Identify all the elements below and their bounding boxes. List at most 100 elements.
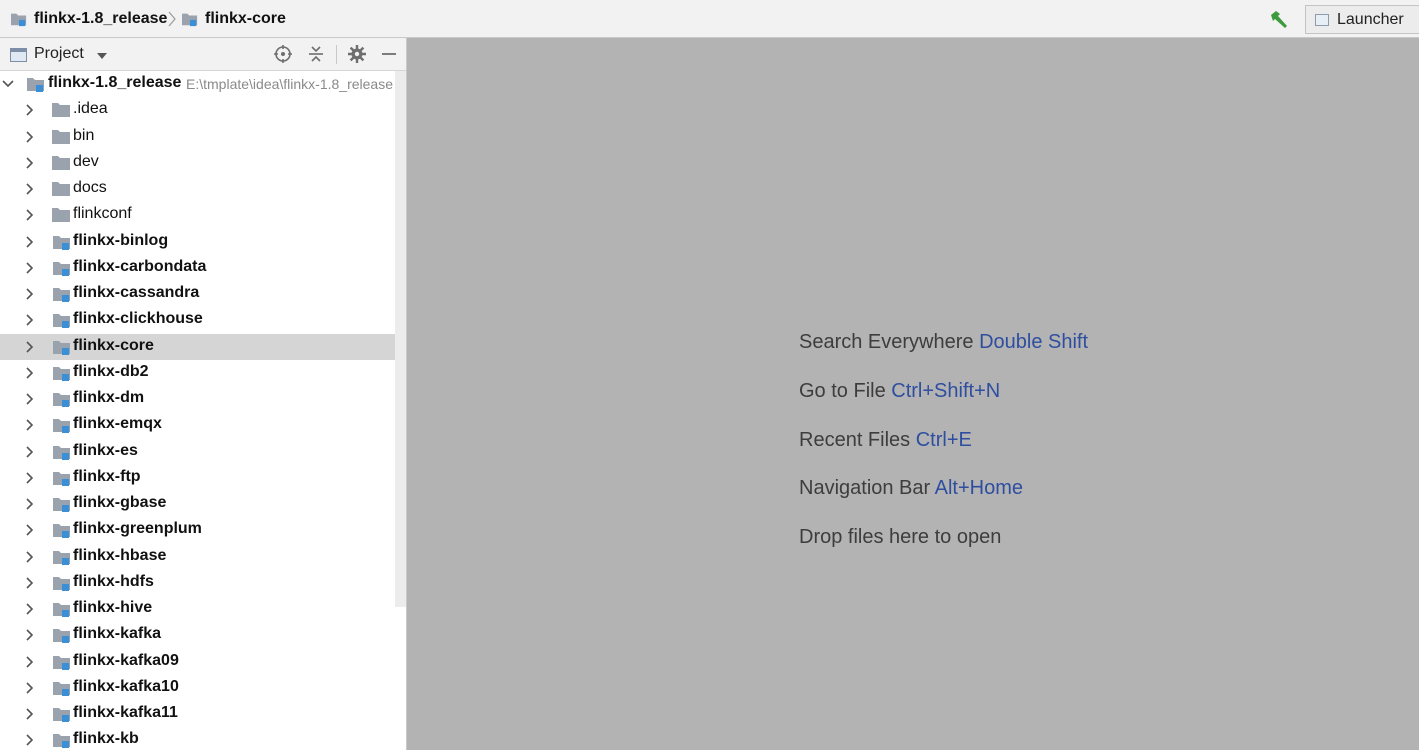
tree-root-item[interactable]: flinkx-1.8_release E:\tmplate\idea\flink… [0, 71, 406, 97]
tree-item-label: flinkx-hive [73, 599, 153, 616]
folder-icon [52, 208, 70, 223]
tree-item[interactable]: flinkx-greenplum [0, 517, 406, 543]
hint-shortcut: Double Shift [979, 331, 1089, 353]
editor-hint: Drop files here to open [799, 526, 1001, 549]
tree-item[interactable]: flinkx-emqx [0, 412, 406, 438]
chevron-right-icon[interactable] [24, 655, 36, 668]
tree-item[interactable]: flinkx-clickhouse [0, 307, 406, 333]
tree-item[interactable]: flinkx-kafka09 [0, 649, 406, 675]
tree-item[interactable]: flinkx-kafka10 [0, 675, 406, 701]
chevron-right-icon[interactable] [24, 682, 36, 694]
chevron-right-icon[interactable] [24, 445, 36, 458]
module-folder-icon [27, 78, 44, 92]
tree-item[interactable]: flinkx-core [0, 333, 406, 360]
toolbar-divider [336, 45, 337, 64]
tree-item[interactable]: flinkx-gbase [0, 491, 406, 517]
module-folder-icon [11, 13, 27, 27]
navigation-bar: flinkx-1.8_release flinkx-core Launcher [0, 0, 1419, 38]
chevron-right-icon[interactable] [24, 104, 36, 116]
tree-item-label: docs [73, 179, 107, 196]
hint-label: Search Everywhere [799, 331, 974, 353]
breadcrumb-module-label: flinkx-core [205, 10, 286, 27]
run-configuration-label: Launcher [1337, 10, 1404, 28]
project-view-selector[interactable]: Project [34, 45, 84, 63]
chevron-right-icon[interactable] [24, 393, 36, 405]
chevron-down-icon[interactable] [2, 78, 14, 90]
project-panel-header: Project [0, 38, 406, 71]
chevron-right-icon[interactable] [24, 314, 36, 326]
tree-item[interactable]: flinkconf [0, 202, 406, 228]
module-folder-icon [53, 681, 70, 696]
module-folder-icon [53, 655, 70, 670]
tree-item[interactable]: flinkx-hdfs [0, 570, 406, 596]
target-icon[interactable] [273, 44, 293, 64]
tree-item[interactable]: flinkx-kafka [0, 622, 406, 648]
chevron-right-icon[interactable] [24, 209, 36, 221]
tree-item[interactable]: flinkx-dm [0, 386, 406, 412]
tree-item[interactable]: .idea [0, 97, 406, 123]
folder-icon [52, 182, 70, 196]
project-tool-window: Project flinkx-1.8_release E:\tmplate\id… [0, 38, 407, 750]
tree-item-label: bin [73, 126, 95, 144]
module-folder-icon [53, 445, 70, 460]
tree-item[interactable]: flinkx-cassandra [0, 281, 406, 307]
tree-scrollbar[interactable] [395, 71, 406, 607]
chevron-right-icon[interactable] [24, 183, 36, 195]
chevron-right-icon[interactable] [24, 262, 36, 274]
run-configuration-selector[interactable]: Launcher [1305, 5, 1419, 34]
module-folder-icon [182, 13, 198, 27]
module-folder-icon [53, 471, 70, 486]
tree-item[interactable]: flinkx-kb [0, 727, 406, 750]
hint-shortcut: Ctrl+E [915, 428, 972, 451]
tree-item[interactable]: flinkx-binlog [0, 229, 406, 255]
chevron-right-icon[interactable] [24, 130, 36, 143]
module-folder-icon [53, 603, 70, 617]
chevron-right-icon[interactable] [24, 419, 36, 431]
breadcrumb-separator-icon [168, 11, 176, 27]
chevron-right-icon[interactable] [24, 550, 36, 563]
tree-item-label: flinkx-kb [73, 730, 139, 748]
editor-hint: Navigation Bar Alt+Home [799, 477, 1023, 500]
chevron-right-icon[interactable] [24, 498, 36, 510]
tree-item[interactable]: flinkx-hive [0, 596, 406, 622]
chevron-right-icon[interactable] [24, 288, 36, 300]
breadcrumb-project[interactable]: flinkx-1.8_release [10, 0, 167, 38]
tree-item-label: flinkconf [73, 205, 132, 223]
chevron-right-icon[interactable] [24, 708, 36, 720]
tree-item-label: flinkx-hbase [73, 546, 167, 564]
tree-item-label: flinkx-core [73, 336, 154, 354]
collapse-all-icon[interactable] [306, 44, 326, 64]
chevron-down-icon[interactable] [97, 53, 107, 59]
module-folder-icon [53, 314, 70, 329]
gear-icon[interactable] [347, 44, 367, 64]
tree-item[interactable]: flinkx-hbase [0, 544, 406, 570]
hint-shortcut: Alt+Home [934, 477, 1024, 500]
chevron-right-icon[interactable] [24, 340, 36, 353]
breadcrumb-module[interactable]: flinkx-core [181, 0, 286, 38]
chevron-right-icon[interactable] [24, 157, 36, 169]
minimize-icon[interactable] [379, 44, 399, 64]
chevron-right-icon[interactable] [24, 629, 36, 641]
build-hammer-icon[interactable] [1268, 9, 1290, 31]
chevron-right-icon[interactable] [24, 734, 36, 746]
tree-item[interactable]: flinkx-kafka11 [0, 701, 406, 727]
tree-item[interactable]: flinkx-db2 [0, 360, 406, 386]
tree-item-label: flinkx-clickhouse [73, 310, 203, 328]
chevron-right-icon[interactable] [24, 367, 36, 379]
chevron-right-icon[interactable] [24, 235, 36, 248]
tree-item[interactable]: flinkx-es [0, 439, 406, 465]
editor-hint: Recent Files Ctrl+E [799, 429, 972, 452]
tree-item[interactable]: flinkx-ftp [0, 465, 406, 491]
chevron-right-icon[interactable] [24, 577, 36, 589]
tree-item[interactable]: bin [0, 124, 406, 150]
tree-item[interactable]: docs [0, 176, 406, 202]
chevron-right-icon[interactable] [24, 472, 36, 484]
tree-item[interactable]: flinkx-carbondata [0, 255, 406, 281]
hint-label: Recent Files [799, 428, 911, 451]
chevron-right-icon[interactable] [24, 603, 36, 615]
tree-item[interactable]: dev [0, 150, 406, 176]
editor-hint: Go to File Ctrl+Shift+N [799, 380, 1000, 403]
chevron-right-icon[interactable] [24, 524, 36, 536]
module-folder-icon [53, 629, 70, 644]
project-tree: flinkx-1.8_release E:\tmplate\idea\flink… [0, 71, 406, 750]
